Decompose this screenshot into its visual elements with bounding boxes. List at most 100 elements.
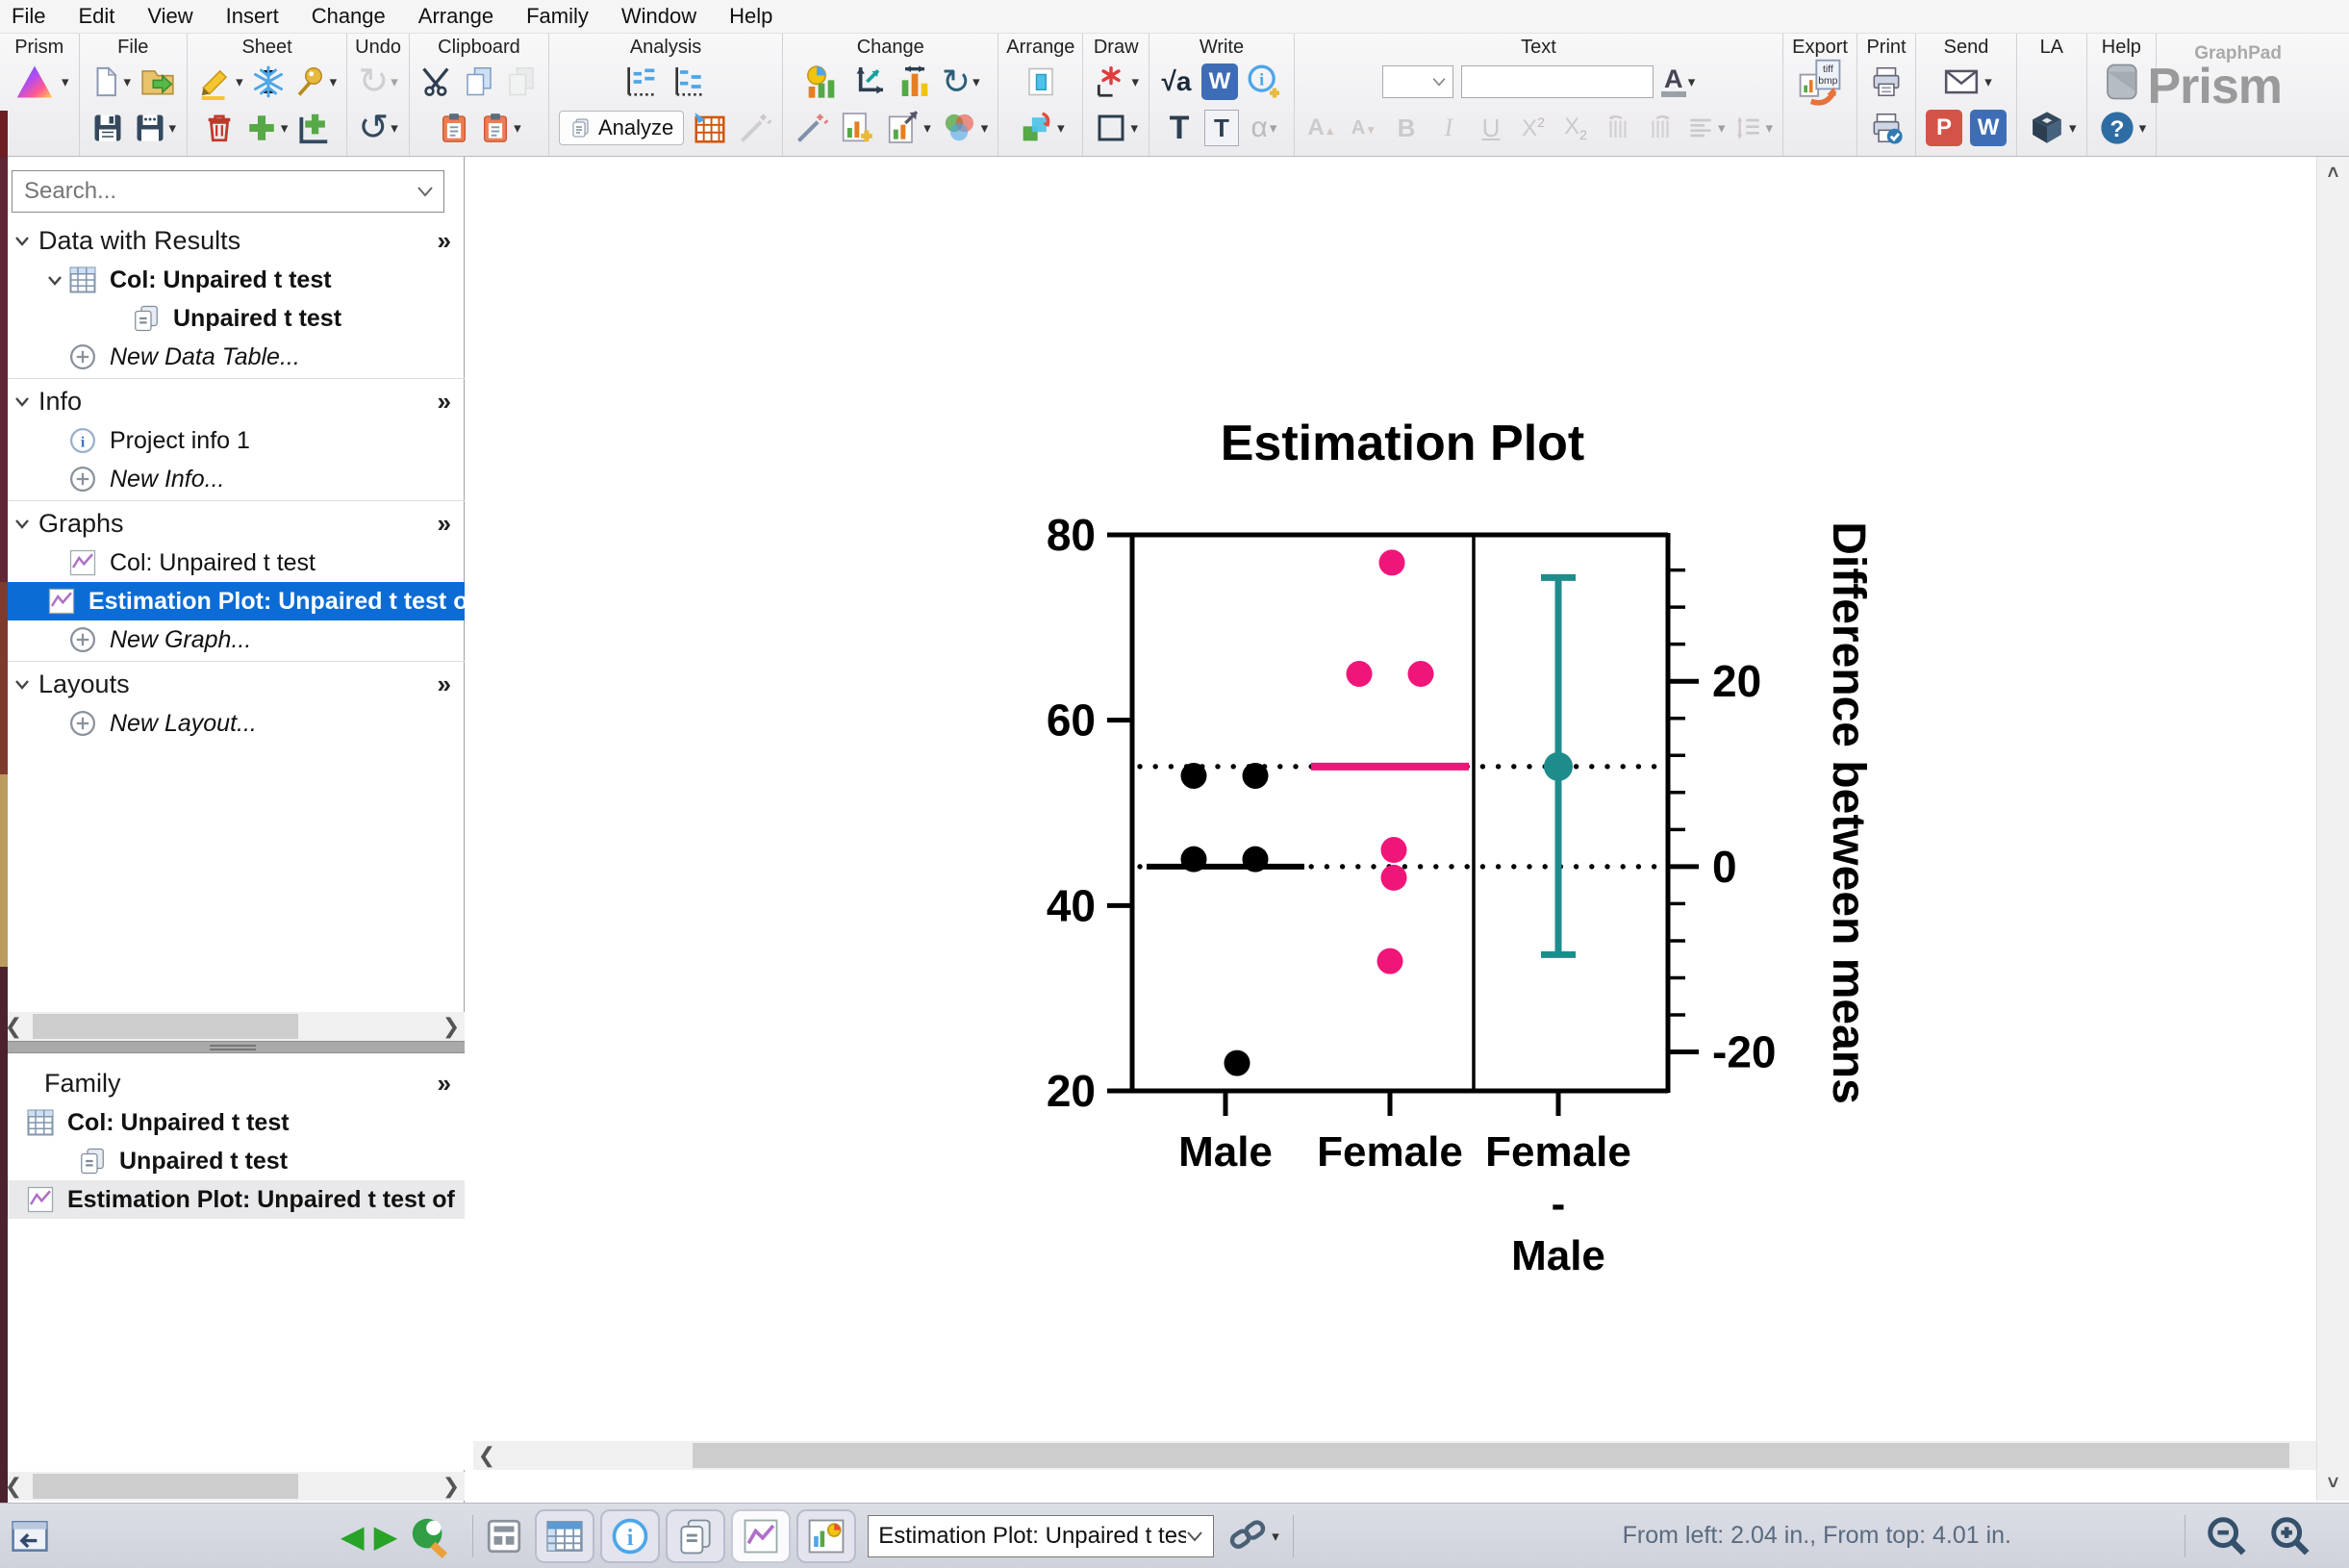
tree-item[interactable]: Col: Unpaired t test: [0, 544, 465, 582]
arrange-objects-icon[interactable]: ▾: [1015, 106, 1067, 150]
email-icon[interactable]: ▾: [1938, 60, 1994, 104]
scroll-right-icon[interactable]: ❯: [438, 1474, 465, 1499]
scroll-up-icon[interactable]: ˄: [2328, 163, 2339, 185]
print-preview-icon[interactable]: [1865, 106, 1907, 150]
view-results-icon[interactable]: [666, 1508, 726, 1563]
menu-item-help[interactable]: Help: [729, 4, 772, 29]
analyze-button[interactable]: Analyze: [557, 106, 686, 150]
save-as-icon[interactable]: ▾: [131, 106, 179, 150]
view-data-tables-icon[interactable]: [535, 1508, 595, 1563]
canvas-horizontal-scrollbar[interactable]: ❮: [473, 1441, 2316, 1470]
print-icon[interactable]: [1865, 60, 1907, 104]
paste-special-icon[interactable]: ▾: [477, 106, 523, 150]
family-horizontal-scrollbar[interactable]: ❮ ❯: [0, 1472, 465, 1501]
change-graph-type-icon[interactable]: [799, 60, 844, 104]
tree-item[interactable]: Unpaired t test: [0, 299, 465, 338]
tree-item[interactable]: i Project info 1: [0, 421, 465, 460]
scroll-down-icon[interactable]: ˅: [2328, 1473, 2339, 1495]
expand-section-icon[interactable]: »: [438, 670, 451, 699]
word-notes-icon[interactable]: W: [1200, 60, 1240, 104]
sheet-selector-dropdown[interactable]: Estimation Plot: Unpaired t test: [868, 1514, 1215, 1557]
menu-item-arrange[interactable]: Arrange: [418, 4, 493, 29]
resize-graph-icon[interactable]: ▾: [881, 106, 933, 150]
tree-item[interactable]: Col: Unpaired t test: [0, 261, 465, 299]
graph-page-canvas[interactable]: ❮: [473, 157, 2316, 1470]
cut-icon[interactable]: [417, 60, 456, 104]
tree-item[interactable]: Estimation Plot: Unpaired t test of: [0, 1180, 465, 1219]
text-box-icon[interactable]: T: [1202, 106, 1241, 150]
change-order-icon[interactable]: [894, 60, 936, 104]
new-sheet-icon[interactable]: ▾: [242, 106, 290, 150]
draw-shape-icon[interactable]: ▾: [1092, 106, 1140, 150]
pin-sheet-icon[interactable]: ▾: [291, 60, 340, 104]
chevron-down-icon[interactable]: [12, 679, 33, 690]
send-to-powerpoint-icon[interactable]: P: [1924, 106, 1964, 150]
chevron-down-icon[interactable]: [12, 236, 33, 246]
gallery-view-icon[interactable]: [483, 1516, 525, 1556]
linked-sheets-icon[interactable]: ▾: [1225, 1515, 1279, 1557]
freeze-sheet-icon[interactable]: [249, 60, 288, 104]
expand-section-icon[interactable]: »: [438, 509, 451, 539]
menu-item-change[interactable]: Change: [312, 4, 386, 29]
tree-item[interactable]: New Info...: [0, 460, 465, 498]
chevron-down-icon[interactable]: [417, 186, 434, 197]
scroll-right-icon[interactable]: ❯: [438, 1014, 465, 1039]
scrollbar-thumb[interactable]: [693, 1443, 2289, 1468]
chevron-down-icon[interactable]: [12, 518, 33, 529]
tree-item[interactable]: Col: Unpaired t test: [0, 1103, 465, 1142]
view-info-icon[interactable]: i: [600, 1508, 661, 1563]
save-icon[interactable]: [88, 106, 127, 150]
menu-item-window[interactable]: Window: [621, 4, 696, 29]
equation-icon[interactable]: √a: [1157, 60, 1196, 104]
chevron-down-icon[interactable]: [12, 396, 33, 407]
zoom-in-icon[interactable]: [2268, 1514, 2312, 1558]
expand-section-icon[interactable]: »: [438, 226, 451, 256]
sidebar-horizontal-scrollbar[interactable]: ❮ ❯: [0, 1012, 465, 1041]
expand-section-icon[interactable]: »: [438, 387, 451, 417]
delete-sheet-icon[interactable]: [200, 106, 239, 150]
previous-sheet-icon[interactable]: ◀: [341, 1518, 365, 1555]
tree-item[interactable]: New Data Table...: [0, 338, 465, 376]
canvas-vertical-scrollbar[interactable]: ˄ ˅: [2316, 157, 2349, 1501]
draw-points-icon[interactable]: ▾: [1091, 60, 1141, 104]
selection-tool-icon[interactable]: [1022, 60, 1060, 104]
ttest-analysis-icon[interactable]: [619, 60, 664, 104]
font-name-combo[interactable]: [1459, 60, 1655, 104]
view-layouts-icon[interactable]: [796, 1508, 857, 1563]
ttest-analysis-2-icon[interactable]: [668, 60, 712, 104]
tree-item[interactable]: Unpaired t test: [0, 1142, 465, 1180]
new-file-icon[interactable]: ▾: [88, 60, 134, 104]
scrollbar-thumb[interactable]: [33, 1014, 298, 1039]
sidebar-splitter[interactable]: [0, 1041, 465, 1053]
prism-guides-icon[interactable]: [2099, 60, 2143, 104]
text-tool-icon[interactable]: T: [1160, 106, 1199, 150]
menu-item-file[interactable]: File: [12, 4, 45, 29]
open-file-icon[interactable]: [137, 60, 179, 104]
tree-item[interactable]: New Graph...: [0, 620, 465, 659]
paste-icon[interactable]: [435, 106, 473, 150]
menu-item-view[interactable]: View: [147, 4, 192, 29]
go-to-linked-sheet-icon[interactable]: [407, 1514, 453, 1558]
search-input[interactable]: [22, 177, 417, 206]
change-axes-icon[interactable]: [847, 60, 890, 104]
scrollbar-thumb[interactable]: [33, 1474, 298, 1499]
menu-item-edit[interactable]: Edit: [78, 4, 114, 29]
expand-family-icon[interactable]: »: [438, 1069, 451, 1099]
scroll-left-icon[interactable]: ❮: [473, 1443, 500, 1468]
analysis-table-icon[interactable]: [690, 106, 730, 150]
search-box[interactable]: [12, 170, 444, 213]
color-scheme-icon[interactable]: ▾: [937, 106, 991, 150]
next-sheet-icon[interactable]: ▶: [374, 1518, 398, 1555]
font-size-combo[interactable]: [1380, 60, 1455, 104]
section-header-layouts[interactable]: Layouts »: [0, 664, 465, 704]
menu-item-insert[interactable]: Insert: [226, 4, 279, 29]
highlight-sheet-icon[interactable]: ▾: [195, 60, 245, 104]
section-header-graphs[interactable]: Graphs »: [0, 503, 465, 544]
help-icon[interactable]: ? ▾: [2095, 106, 2149, 150]
view-graphs-icon[interactable]: [731, 1508, 792, 1563]
magic-wand-icon[interactable]: [791, 106, 831, 150]
export-image-icon[interactable]: tiff bmp: [1791, 59, 1849, 106]
layout-assistant-icon[interactable]: ▾: [2025, 106, 2079, 150]
collapse-navigator-icon[interactable]: [8, 1515, 52, 1557]
new-info-icon[interactable]: i: [1244, 60, 1286, 104]
